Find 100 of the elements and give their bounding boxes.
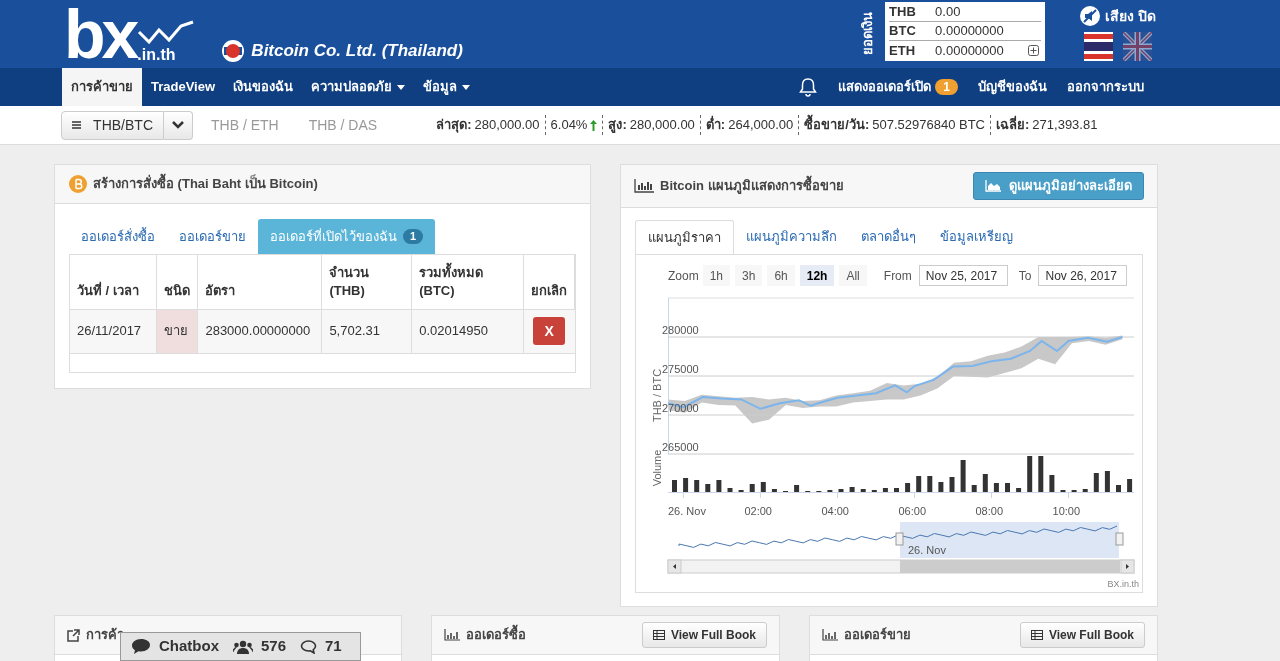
expand-icon[interactable]	[1028, 45, 1040, 56]
from-label: From	[883, 267, 912, 285]
bitcoin-thai-icon	[221, 38, 246, 63]
table-cell: 0.02014950	[411, 309, 524, 353]
zoom-button[interactable]: All	[839, 265, 867, 286]
scroll-right-icon[interactable]	[1120, 559, 1135, 574]
sound-off-icon[interactable]	[1079, 5, 1102, 27]
y-tick-label: 280000	[662, 324, 699, 336]
x-tick-label: 08:00	[975, 505, 1004, 517]
x-tick-label: 06:00	[898, 505, 926, 517]
chart-credit[interactable]: BX.in.th	[1107, 577, 1139, 591]
stat-label: ซื้อขาย/วัน:	[804, 115, 870, 135]
zoom-label: Zoom	[668, 267, 699, 285]
tab[interactable]: ออเดอร์ที่เปิดไว้ของฉัน 1	[258, 219, 436, 254]
y-tick-label: 265000	[662, 441, 699, 453]
dropdown-button[interactable]	[164, 110, 193, 140]
zoom-button[interactable]: 1h	[702, 265, 731, 286]
date-field[interactable]: Nov 25, 2017	[918, 265, 1008, 286]
navigator-date: 26. Nov	[908, 544, 946, 556]
x-tick-label: 04:00	[821, 505, 849, 517]
nav-link[interactable]: ออกจากระบบ	[1067, 77, 1144, 97]
panel-title: สร้างการสั่งซื้อ (Thai Baht เป็น Bitcoin)	[93, 174, 318, 194]
balance-amount: 0.00000000	[935, 41, 1004, 60]
tab[interactable]: ออเดอร์สั่งซื้อ	[69, 219, 167, 254]
panel-title: Bitcoin แผนภูมิแสดงการซื้อขาย	[660, 176, 844, 196]
area-chart-icon	[985, 180, 1001, 192]
thai-flag-icon[interactable]	[1083, 32, 1113, 61]
message-count: 71	[325, 636, 342, 657]
stat-value: 271,393.81	[1032, 116, 1098, 135]
stat-value: 264,000.00	[728, 116, 794, 135]
x-tick-label: 02:00	[744, 505, 772, 517]
view-full-book-button[interactable]: View Full Book	[641, 622, 767, 648]
logo-suffix: .in.th	[137, 46, 176, 64]
balance-label: ยอดเงิน	[858, 12, 876, 56]
bell-icon[interactable]	[798, 77, 819, 97]
tab[interactable]: แผนภูมิราคา	[635, 220, 734, 255]
cancel-button[interactable]: X	[533, 317, 566, 345]
panel-title: ออเดอร์ขาย	[844, 626, 911, 645]
up-arrow-icon	[590, 119, 598, 131]
company-name: Bitcoin Co. Ltd. (Thailand)	[251, 40, 463, 62]
view-full-book-button[interactable]: View Full Book	[1019, 622, 1145, 648]
bar-chart-icon	[634, 179, 654, 193]
external-link-icon	[67, 628, 80, 642]
nav-item[interactable]: ความปลอดภัย	[302, 68, 415, 106]
table-cell: 26/11/2017	[70, 309, 157, 353]
currency-label: BTC	[889, 22, 917, 41]
y-axis-title: THB / BTC	[651, 368, 663, 423]
zoom-button[interactable]: 12h	[799, 265, 835, 286]
zoom-button[interactable]: 3h	[735, 265, 763, 286]
bar-chart-icon	[444, 629, 460, 641]
menu-icon	[72, 120, 82, 130]
y-tick-label: 275000	[662, 363, 699, 375]
table-icon	[652, 630, 665, 640]
chatbox-label: Chatbox	[159, 636, 219, 657]
stat-label: ล่าสุด:	[436, 116, 472, 135]
nav-link[interactable]: แสดงออเดอร์เปิด	[838, 77, 932, 97]
y-tick-label: 270000	[662, 402, 699, 414]
chatbox-bar[interactable]: Chatbox 576 71	[120, 632, 361, 661]
sound-label[interactable]: เสียง ปิด	[1105, 5, 1156, 27]
tab[interactable]: ข้อมูลเหรียญ	[928, 219, 1025, 254]
stat-label: สูง:	[608, 116, 627, 135]
stat-label: ต่ำ:	[705, 115, 726, 135]
bitcoin-icon	[69, 175, 87, 193]
chevron-down-icon	[172, 121, 184, 129]
tab[interactable]: ออเดอร์ขาย	[167, 219, 258, 254]
navigator-handle[interactable]	[1115, 532, 1124, 546]
date-field[interactable]: Nov 26, 2017	[1038, 265, 1128, 286]
scroll-left-icon[interactable]	[667, 559, 682, 574]
tab[interactable]: แผนภูมิความลึก	[734, 219, 849, 254]
zigzag-icon	[137, 20, 196, 46]
user-count: 576	[261, 636, 287, 657]
tab[interactable]: ตลาดอื่นๆ	[849, 219, 928, 254]
table-cell: 283000.00000000	[197, 309, 322, 353]
bar-chart-icon	[822, 629, 838, 641]
stat-label: เฉลี่ย:	[996, 115, 1030, 135]
currency-label: ETH	[889, 41, 917, 60]
nav-item[interactable]: การค้าขาย	[62, 68, 142, 106]
stat-value: 280,000.00	[474, 116, 540, 135]
nav-item[interactable]: เงินของฉัน	[224, 68, 303, 106]
count-badge: 1	[403, 229, 424, 244]
nav-link[interactable]: บัญชีของฉัน	[978, 77, 1047, 97]
users-icon	[233, 639, 253, 654]
x-tick-label: 26. Nov	[668, 505, 706, 517]
zoom-button[interactable]: 6h	[767, 265, 795, 286]
nav-item[interactable]: ข้อมูล	[414, 68, 480, 106]
table-icon	[1030, 630, 1043, 640]
balance-amount: 0.00	[935, 3, 961, 22]
currency-label: THB	[889, 3, 917, 22]
count-badge: 1	[935, 79, 958, 95]
comment-icon	[300, 639, 318, 654]
nav-item[interactable]: TradeView	[142, 68, 225, 106]
table-cell: 5,702.31	[321, 309, 412, 353]
stat-value: 507.52976840 BTC	[872, 116, 985, 135]
pair-select[interactable]: THB/BTC	[61, 110, 164, 140]
change-value: 6.04%	[550, 116, 588, 135]
table-cell: ขาย	[156, 309, 198, 353]
x-tick-label: 10:00	[1052, 505, 1081, 517]
navigator-handle[interactable]	[895, 532, 904, 546]
logo-text: bx	[64, 4, 136, 64]
panel-title: ออเดอร์ซื้อ	[466, 625, 526, 645]
